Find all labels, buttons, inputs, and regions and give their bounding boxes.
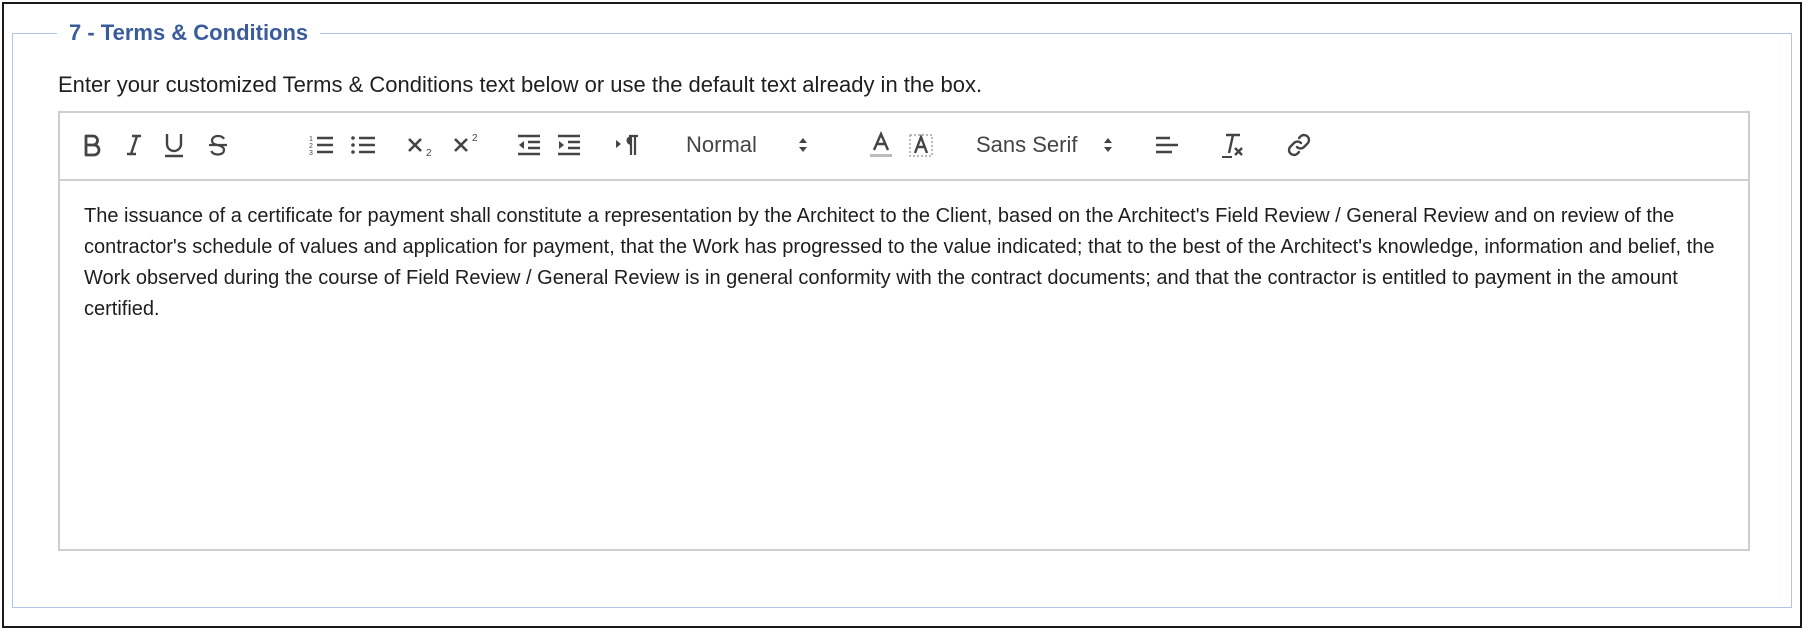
text-color-button[interactable] — [866, 127, 896, 163]
section-legend: 7 - Terms & Conditions — [69, 20, 309, 45]
header-picker-value: Normal — [686, 132, 757, 157]
bullet-list-icon — [351, 136, 375, 154]
link-button[interactable] — [1284, 127, 1314, 163]
ordered-list-button[interactable]: 1 2 3 — [306, 127, 336, 163]
outdent-button[interactable] — [514, 127, 544, 163]
indent-icon — [558, 134, 580, 156]
picker-arrows-icon — [1103, 136, 1113, 154]
instructions-text: Enter your customized Terms & Conditions… — [58, 72, 983, 97]
outdent-icon — [518, 134, 540, 156]
font-picker-value: Sans Serif — [976, 132, 1078, 157]
bold-icon — [84, 134, 101, 157]
text-direction-button[interactable] — [612, 127, 642, 163]
picker-arrows-icon — [798, 136, 808, 154]
font-picker[interactable]: Sans Serif — [976, 127, 1136, 163]
link-icon — [1287, 133, 1311, 157]
svg-text:1: 1 — [309, 136, 313, 143]
indent-button[interactable] — [554, 127, 584, 163]
svg-text:2: 2 — [426, 148, 432, 158]
align-button[interactable] — [1152, 127, 1182, 163]
italic-button[interactable] — [120, 127, 148, 163]
underline-button[interactable] — [160, 127, 188, 163]
superscript-button[interactable]: 2 — [450, 127, 484, 163]
subscript-button[interactable]: 2 — [404, 127, 438, 163]
editor-content[interactable]: The issuance of a certificate for paymen… — [84, 201, 1718, 325]
editor-toolbar: 1 2 3 2 2 Normal Sans Serif — [60, 113, 1748, 181]
rtl-paragraph-icon — [616, 134, 638, 155]
subscript-icon: 2 — [408, 138, 432, 158]
svg-text:2: 2 — [472, 133, 478, 144]
svg-text:2: 2 — [309, 143, 313, 150]
ordered-list-icon: 1 2 3 — [309, 136, 333, 157]
align-left-icon — [1156, 136, 1178, 154]
clear-formatting-button[interactable] — [1218, 127, 1248, 163]
text-color-icon — [870, 131, 892, 157]
svg-text:3: 3 — [309, 150, 313, 157]
bullet-list-button[interactable] — [348, 127, 378, 163]
background-color-button[interactable] — [906, 127, 936, 163]
superscript-icon: 2 — [454, 133, 478, 152]
strikethrough-icon — [209, 134, 227, 156]
italic-icon — [127, 134, 141, 156]
clear-format-icon — [1222, 133, 1243, 158]
header-picker[interactable]: Normal — [686, 127, 826, 163]
bold-button[interactable] — [78, 127, 106, 163]
background-color-icon — [909, 133, 933, 157]
underline-icon — [165, 134, 183, 158]
strikethrough-button[interactable] — [204, 127, 232, 163]
rich-text-editor: 1 2 3 2 2 Normal Sans Serif The issuance… — [58, 111, 1750, 551]
